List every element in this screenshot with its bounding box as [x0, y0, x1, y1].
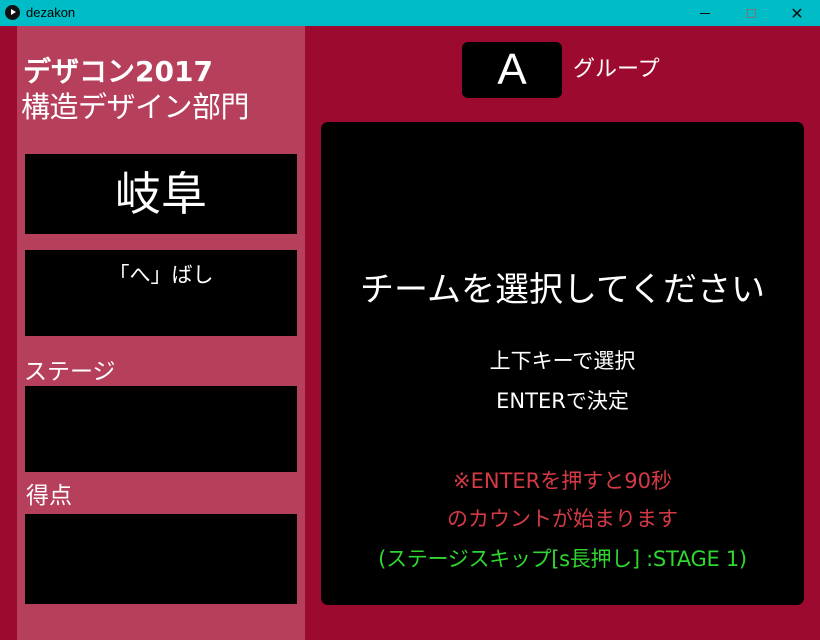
minimize-icon — [700, 12, 710, 14]
close-icon: ✕ — [790, 3, 804, 23]
select-team-prompt: チームを選択してください — [360, 270, 765, 310]
minimize-button[interactable] — [682, 0, 728, 26]
contest-subtitle: 構造デザイン部門 — [21, 90, 250, 124]
select-instruction: 上下キーで選択 — [489, 349, 636, 373]
group-letter-box: A — [462, 42, 562, 98]
window-title: dezakon — [26, 5, 76, 20]
stage-label: ステージ — [24, 359, 116, 385]
app-window: dezakon ✕ デザコン2017 構造デザイン部門 岐阜 「へ」ばし ステー… — [0, 0, 820, 640]
team-name: 「へ」ばし — [108, 263, 214, 287]
confirm-instruction: ENTERで決定 — [496, 389, 629, 413]
countdown-warning-line-2: のカウントが始まります — [447, 507, 678, 531]
play-circle-icon — [5, 5, 20, 20]
countdown-warning-line-1: ※ENTERを押すと90秒 — [453, 469, 672, 493]
maximize-button[interactable] — [728, 0, 774, 26]
close-button[interactable]: ✕ — [774, 0, 820, 26]
group-letter: A — [497, 45, 527, 94]
score-label: 得点 — [26, 483, 72, 509]
stage-display — [25, 386, 297, 472]
stage-skip-hint: (ステージスキップ[s長押し] :STAGE 1) — [378, 547, 747, 571]
app-canvas: デザコン2017 構造デザイン部門 岐阜 「へ」ばし ステージ 得点 A グルー… — [0, 26, 820, 640]
group-label: グループ — [573, 57, 660, 82]
title-bar[interactable]: dezakon ✕ — [0, 0, 820, 26]
team-region-box: 岐阜 — [25, 154, 297, 234]
team-region: 岐阜 — [115, 167, 207, 221]
maximize-icon — [746, 8, 756, 18]
team-selection-panel[interactable]: チームを選択してください 上下キーで選択 ENTERで決定 ※ENTERを押すと… — [321, 122, 804, 605]
score-display — [25, 514, 297, 604]
contest-title: デザコン2017 — [23, 55, 213, 88]
team-info-panel: デザコン2017 構造デザイン部門 岐阜 「へ」ばし ステージ 得点 — [17, 26, 305, 640]
team-name-box: 「へ」ばし — [25, 250, 297, 336]
